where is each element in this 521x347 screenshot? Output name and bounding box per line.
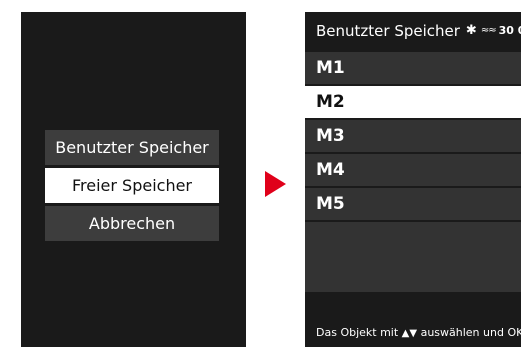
instruction-footer: Das Objekt mit ▲▼ auswählen und OK drück… [305,319,521,347]
footer-prefix: Das Objekt mit [316,326,399,339]
memory-slot-m2[interactable]: M2 [305,86,521,118]
memory-slot-empty [305,222,521,292]
arrow-right-icon [265,171,286,197]
left-device-screen: Benutzter Speicher Freier Speicher Abbre… [21,12,246,347]
memory-slot-list: M1 M2 M3 M4 M5 [305,52,521,294]
memory-slot-m4[interactable]: M4 [305,154,521,186]
screen-header: Benutzter Speicher ✱ ≈≈ 30 00 [305,12,521,49]
memory-menu-popup: Benutzter Speicher Freier Speicher Abbre… [45,130,219,254]
menu-item-free-memory[interactable]: Freier Speicher [45,168,219,203]
signal-icon: ≈≈ [480,25,497,36]
menu-item-used-memory[interactable]: Benutzter Speicher [45,130,219,165]
memory-slot-m5[interactable]: M5 [305,188,521,220]
bluetooth-icon: ✱ [465,23,477,38]
memory-slot-m3[interactable]: M3 [305,120,521,152]
down-arrow-icon: ▼ [409,328,418,339]
menu-item-cancel[interactable]: Abbrechen [45,206,219,241]
memory-slot-m1[interactable]: M1 [305,52,521,84]
header-value: 30 00 [498,24,521,37]
header-title: Benutzter Speicher [316,21,460,40]
footer-suffix: auswählen und OK drücken [420,326,521,339]
right-device-screen: Benutzter Speicher ✱ ≈≈ 30 00 M1 M2 M3 M… [305,12,521,347]
